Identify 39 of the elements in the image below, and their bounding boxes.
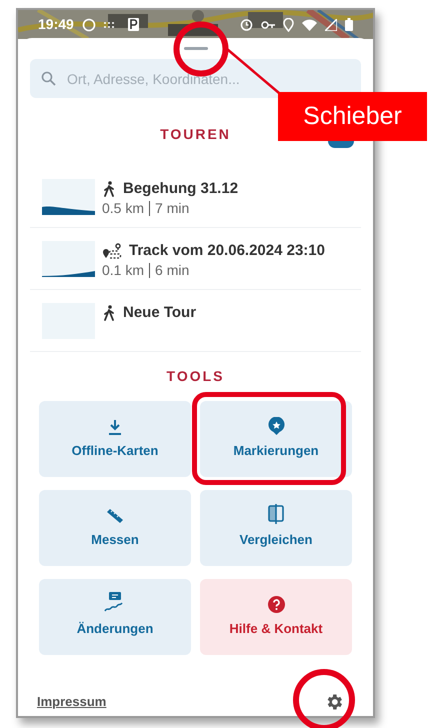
drag-handle[interactable] [184,47,208,50]
battery-icon [345,18,353,31]
search-icon [41,71,56,86]
tool-tile[interactable]: Offline-Karten [39,401,191,477]
tool-tile[interactable]: Änderungen [39,579,191,655]
star-pin-icon [268,416,284,434]
location-icon [283,18,294,32]
impressum-link[interactable]: Impressum [37,692,106,712]
elevation-thumbnail [42,241,95,277]
section-heading: TOUREN [160,124,231,144]
wifi-icon [302,18,317,30]
tool-tile[interactable]: Hilfe & Kontakt [200,579,352,655]
tool-tile[interactable]: Messen [39,490,191,566]
tour-duration: 7 min [155,199,190,217]
route-icon [102,242,122,260]
round-button[interactable] [328,141,354,148]
tour-title[interactable]: Track vom 20.06.2024 23:10 [129,241,325,261]
tour-distance: 0.1 km [102,261,144,279]
tool-tile[interactable]: Vergleichen [200,490,352,566]
tour-title[interactable]: Neue Tour [123,303,196,323]
parking-icon [128,18,139,31]
tour-duration: 6 min [155,261,190,279]
callout-label: Schieber [278,92,427,141]
alarm-icon [240,18,253,31]
download-icon [108,420,122,434]
tool-tile[interactable]: Markierungen [200,401,352,477]
ruler-icon [106,508,124,524]
tour-title[interactable]: Begehung 31.12 [123,179,238,199]
help-icon [268,596,284,612]
split-panel-icon [268,504,284,524]
section-heading: TOOLS [166,367,224,386]
elevation-thumbnail [42,179,95,215]
tour-distance: 0.5 km [102,199,144,217]
key-icon [261,20,275,30]
search-field[interactable]: Ort, Adresse, Koordinaten... [30,59,361,98]
status-time: 19:49 [38,15,74,34]
hiker-icon [102,305,116,321]
signal-icon [325,18,337,30]
hiker-icon [102,181,116,197]
